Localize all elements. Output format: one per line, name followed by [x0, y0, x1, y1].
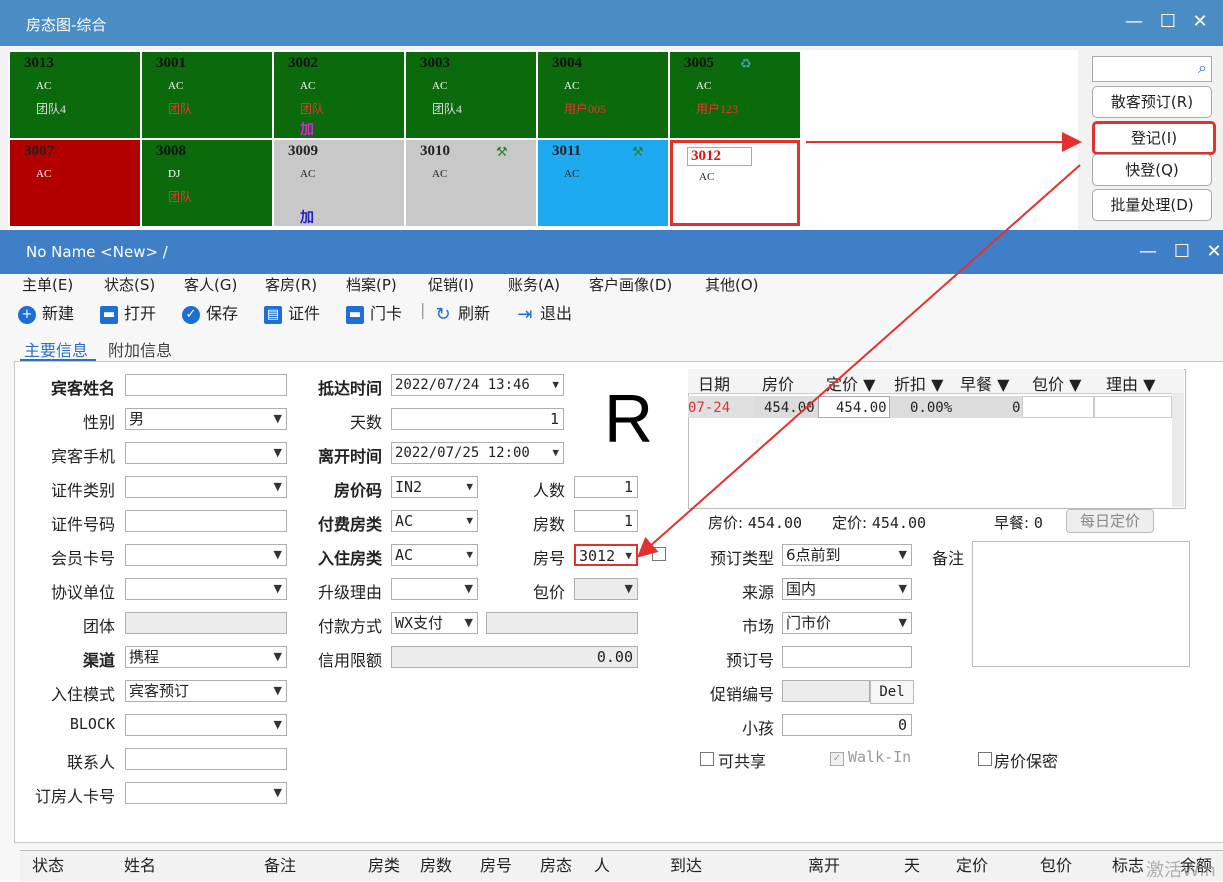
annotation-arrows: [637, 132, 1082, 558]
arrow-to-room-number: [637, 164, 1081, 558]
